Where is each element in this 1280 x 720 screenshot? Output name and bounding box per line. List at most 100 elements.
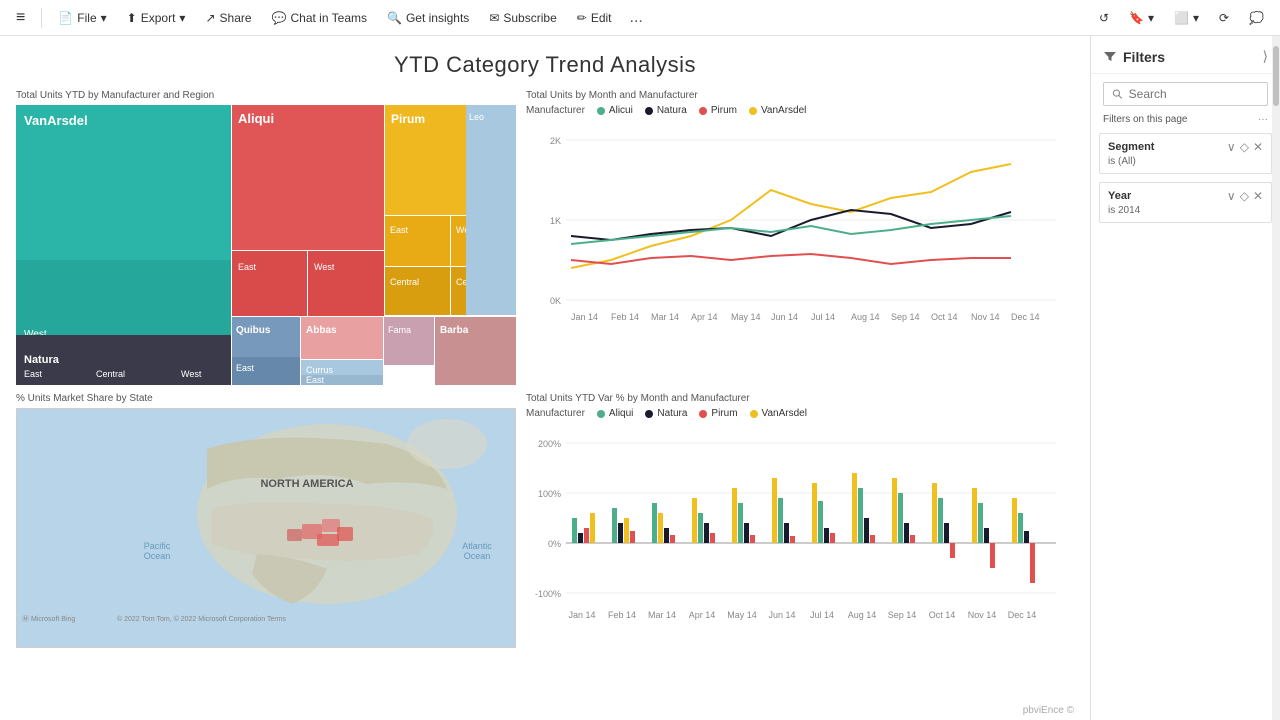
treemap-container[interactable]: VanArsdel East West Natura East Central … (16, 105, 516, 385)
svg-text:Barba: Barba (440, 325, 469, 336)
svg-text:Jun 14: Jun 14 (768, 610, 795, 620)
segment-filter-edit[interactable]: ◇ (1240, 140, 1249, 154)
bar-natura-dot (645, 410, 653, 418)
map-section: % Units Market Share by State (10, 389, 520, 652)
edit-button[interactable]: ✏ Edit (569, 7, 620, 29)
svg-text:100%: 100% (538, 489, 561, 499)
scroll-bar[interactable] (1272, 36, 1280, 720)
svg-text:© 2022 Tom Tom, © 2022 Microso: © 2022 Tom Tom, © 2022 Microsoft Corpora… (117, 615, 287, 623)
export-icon: ⬆ (127, 11, 137, 25)
svg-text:Ocean: Ocean (144, 551, 171, 561)
view-chevron-icon: ▾ (1193, 11, 1199, 25)
legend-vanarsdel: VanArsdel (749, 105, 806, 116)
line-chart-svg: 2K 1K 0K Jan 14 Feb 14 Mar 14 Apr 14 May… (526, 120, 1066, 360)
main-area: YTD Category Trend Analysis Total Units … (0, 36, 1280, 720)
edit-icon: ✏ (577, 11, 587, 25)
file-label: File (77, 11, 96, 25)
svg-text:1K: 1K (550, 216, 561, 226)
svg-text:Ocean: Ocean (464, 551, 491, 561)
svg-text:Oct 14: Oct 14 (931, 312, 958, 322)
segment-filter-clear[interactable]: ✕ (1253, 140, 1263, 154)
alicui-label: Alicui (609, 105, 633, 116)
edit-label: Edit (591, 11, 612, 25)
svg-text:Nov 14: Nov 14 (968, 610, 997, 620)
svg-text:Currus: Currus (306, 365, 334, 375)
file-chevron-icon: ▾ (101, 11, 107, 25)
svg-text:Nov 14: Nov 14 (971, 312, 1000, 322)
line-chart-section: Total Units by Month and Manufacturer Ma… (520, 86, 1080, 389)
share-label: Share (220, 11, 252, 25)
segment-filter-card[interactable]: Segment ∨ ◇ ✕ is (All) (1099, 133, 1272, 174)
bar-aliqui-label: Aliqui (609, 408, 633, 419)
scroll-thumb[interactable] (1273, 46, 1279, 106)
file-button[interactable]: 📄 File ▾ (50, 7, 114, 29)
bookmark-icon: 🔖 (1129, 11, 1144, 25)
year-filter-chevron[interactable]: ∨ (1227, 189, 1236, 203)
bar-chart-svg: 200% 100% 0% -100% (526, 423, 1066, 633)
svg-text:Dec 14: Dec 14 (1008, 610, 1037, 620)
svg-text:Dec 14: Dec 14 (1011, 312, 1040, 322)
export-button[interactable]: ⬆ Export ▾ (119, 7, 194, 29)
svg-text:Sep 14: Sep 14 (888, 610, 917, 620)
segment-filter-value: is (All) (1108, 156, 1263, 167)
expand-nav-button[interactable]: ≡ (8, 5, 33, 31)
view-icon: ⬜ (1174, 11, 1189, 25)
svg-text:Aug 14: Aug 14 (851, 312, 880, 322)
svg-text:Jan 14: Jan 14 (568, 610, 595, 620)
svg-text:Abbas: Abbas (306, 325, 337, 336)
pirum-dot (699, 107, 707, 115)
more-button[interactable]: ... (624, 5, 649, 31)
filters-search-container[interactable] (1103, 82, 1268, 106)
svg-text:-100%: -100% (535, 589, 561, 599)
subscribe-button[interactable]: ✉ Subscribe (481, 7, 564, 29)
bar-pirum-dot (699, 410, 707, 418)
vanarsdel-dot (749, 107, 757, 115)
segment-filter-actions: ∨ ◇ ✕ (1227, 140, 1263, 154)
bar-legend-natura: Natura (645, 408, 687, 419)
svg-text:May 14: May 14 (727, 610, 757, 620)
comment-button[interactable]: 💭 (1241, 7, 1272, 29)
reset-icon: ⟳ (1219, 11, 1229, 25)
refresh-icon: ↺ (1099, 11, 1109, 25)
svg-text:Apr 14: Apr 14 (691, 312, 718, 322)
bar-natura-label: Natura (657, 408, 687, 419)
subscribe-icon: ✉ (489, 11, 499, 25)
chat-in-teams-label: Chat in Teams (291, 11, 367, 25)
chat-in-teams-button[interactable]: 💬 Chat in Teams (264, 7, 375, 29)
year-filter-title: Year (1108, 190, 1131, 202)
bar-vanarsdel-label: VanArsdel (762, 408, 807, 419)
map-container[interactable]: NORTH AMERICA Pacific Ocean Atlantic Oce… (16, 408, 516, 648)
filters-on-page-more[interactable]: ··· (1258, 114, 1268, 125)
filters-header: Filters ⟩ (1091, 36, 1280, 74)
report-canvas: YTD Category Trend Analysis Total Units … (0, 36, 1090, 720)
filters-title-text: Filters (1123, 49, 1165, 65)
svg-text:NORTH AMERICA: NORTH AMERICA (260, 478, 353, 490)
svg-text:Jul 14: Jul 14 (811, 312, 835, 322)
segment-filter-title: Segment (1108, 141, 1154, 153)
svg-text:Apr 14: Apr 14 (689, 610, 716, 620)
natura-label: Natura (657, 105, 687, 116)
file-icon: 📄 (58, 11, 73, 25)
year-filter-value: is 2014 (1108, 205, 1263, 216)
export-label: Export (141, 11, 176, 25)
natura-dot (645, 107, 653, 115)
get-insights-button[interactable]: 🔍 Get insights (379, 7, 477, 29)
report-title: YTD Category Trend Analysis (0, 52, 1090, 78)
svg-text:Jun 14: Jun 14 (771, 312, 798, 322)
bookmark-chevron-icon: ▾ (1148, 11, 1154, 25)
year-filter-card[interactable]: Year ∨ ◇ ✕ is 2014 (1099, 182, 1272, 223)
map-title: % Units Market Share by State (16, 393, 514, 404)
bar-legend-pirum: Pirum (699, 408, 737, 419)
refresh-button[interactable]: ↺ (1091, 7, 1117, 29)
legend-natura: Natura (645, 105, 687, 116)
reset-button[interactable]: ⟳ (1211, 7, 1237, 29)
year-filter-edit[interactable]: ◇ (1240, 189, 1249, 203)
share-button[interactable]: ↗ Share (197, 7, 259, 29)
filters-expand-icon[interactable]: ⟩ (1263, 48, 1268, 65)
segment-filter-chevron[interactable]: ∨ (1227, 140, 1236, 154)
filters-search-input[interactable] (1129, 87, 1259, 101)
toolbar: ≡ 📄 File ▾ ⬆ Export ▾ ↗ Share 💬 Chat in … (0, 0, 1280, 36)
year-filter-clear[interactable]: ✕ (1253, 189, 1263, 203)
bookmark-button[interactable]: 🔖 ▾ (1121, 7, 1162, 29)
view-button[interactable]: ⬜ ▾ (1166, 7, 1207, 29)
